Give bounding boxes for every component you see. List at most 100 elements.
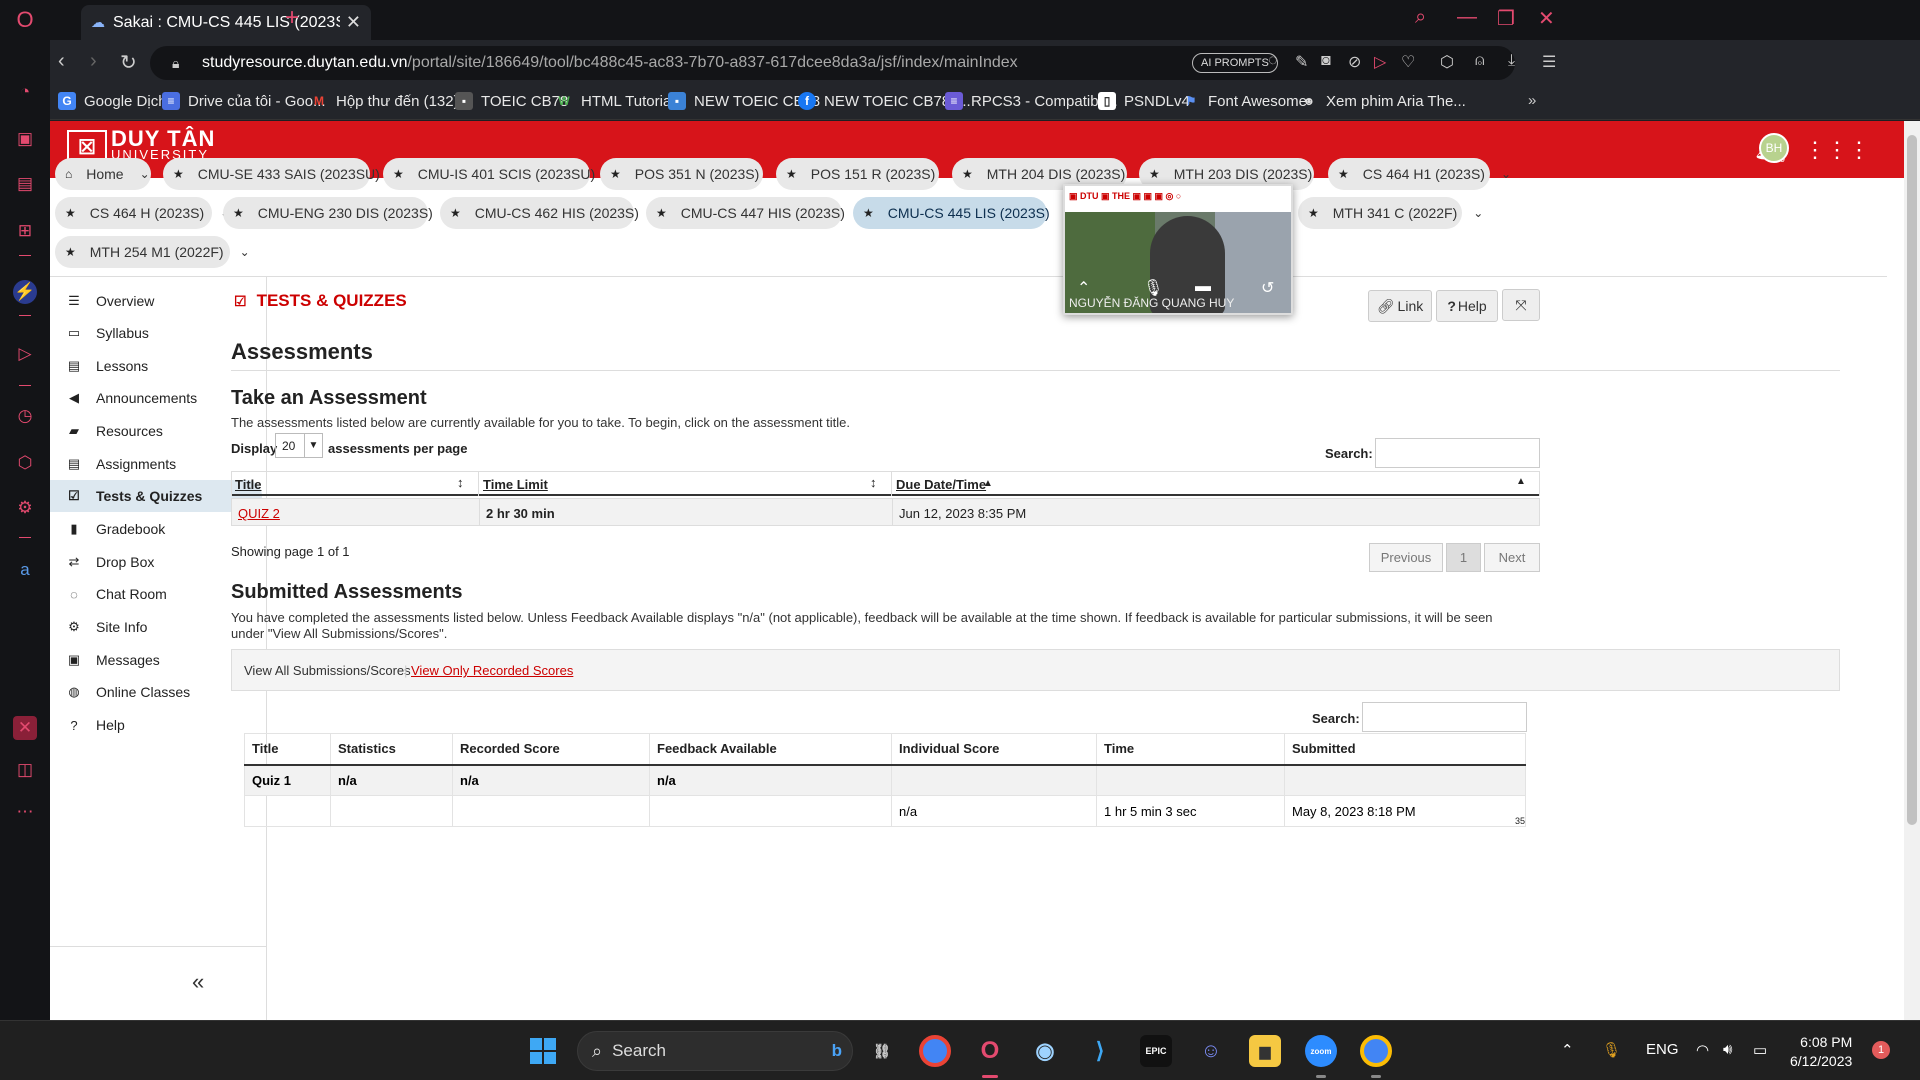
quiz-2-link[interactable]: QUIZ 2 [238, 506, 280, 521]
site-tab-cmu-eng-230[interactable]: ★CMU-ENG 230 DIS (2023S)⌄ [223, 197, 459, 229]
easy-setup-icon[interactable]: ☰ [1542, 52, 1556, 72]
steam-icon[interactable]: ◉ [1029, 1035, 1061, 1067]
search-input[interactable] [1375, 438, 1540, 468]
gx-corner-icon[interactable]: ⊞ [13, 219, 37, 243]
view-all-submissions[interactable]: View All Submissions/Scores [244, 663, 411, 678]
language-indicator[interactable]: ENG [1646, 1041, 1679, 1058]
site-tab-cmu-is-401[interactable]: ★CMU-IS 401 SCIS (2023SU)⌄ [383, 158, 621, 190]
site-tab-cmu-cs-447[interactable]: ★CMU-CS 447 HIS (2023S)⌄ [646, 197, 871, 229]
block-icon[interactable]: ⊘ [1348, 52, 1361, 72]
tools-icon[interactable]: ✕ [13, 716, 37, 740]
site-tab-pos-151[interactable]: ★POS 151 R (2023S)⌄ [776, 158, 961, 190]
address-bar[interactable]: 🔒︎ studyresource.duytan.edu.vn /portal/s… [150, 46, 1515, 80]
site-tab-cs-464-h1[interactable]: ★ CS 464 H1 (2023S) ⌄ [1328, 158, 1511, 190]
submissions-search-input[interactable] [1362, 702, 1527, 732]
chevron-down-icon[interactable]: ⌄ [1473, 206, 1483, 220]
site-tab-cmu-cs-462[interactable]: ★CMU-CS 462 HIS (2023S)⌄ [440, 197, 665, 229]
volume-icon[interactable]: 🔊︎ [1723, 1041, 1732, 1058]
bookmark-google-dich[interactable]: G Google Dịch [58, 92, 167, 110]
close-tab-icon[interactable]: ✕ [346, 12, 361, 33]
star-icon[interactable]: ★ [393, 167, 404, 181]
chevron-down-icon[interactable]: ⌄ [240, 245, 250, 259]
windows-start-icon[interactable] [530, 1038, 556, 1064]
bookmark-aria[interactable]: ☻ Xem phim Aria The... [1300, 92, 1466, 110]
bookmark-toeic[interactable]: ▪ TOEIC CB78 [455, 92, 568, 110]
star-icon[interactable]: ★ [863, 206, 874, 220]
link-button[interactable]: 🔗︎ Link [1368, 290, 1432, 322]
download-icon[interactable]: ⤓ [1508, 52, 1515, 70]
mic-off-icon[interactable]: 🎙︎ [1143, 278, 1163, 298]
star-icon[interactable]: ★ [65, 206, 76, 220]
star-icon[interactable]: ★ [962, 167, 973, 181]
chevron-up-icon[interactable]: ⌃ [1561, 1041, 1574, 1059]
bookmark-font-awesome[interactable]: ⚑ Font Awesome [1182, 92, 1307, 110]
bookmark-drive[interactable]: ≡ Drive của tôi - Goo... [162, 92, 326, 110]
restore-icon[interactable]: ❐ [1497, 6, 1515, 31]
snapshot-icon[interactable]: ◫ [13, 758, 37, 782]
bing-icon[interactable]: b [832, 1041, 842, 1061]
nav-overview[interactable]: ☰ Overview [50, 285, 262, 317]
site-tab-cmu-se-433[interactable]: ★CMU-SE 433 SAIS (2023SU)⌄ [163, 158, 406, 190]
caret-up-icon[interactable]: ▲ [1516, 476, 1526, 487]
history-icon[interactable]: ◷ [13, 404, 37, 428]
settings-icon[interactable]: ⚙ [13, 496, 37, 520]
camera-icon[interactable]: ◙ [1321, 52, 1331, 70]
translate-icon[interactable]: a [13, 558, 37, 582]
star-icon[interactable]: ★ [173, 167, 184, 181]
more-bookmarks-icon[interactable]: » [1528, 92, 1536, 109]
view-recorded-scores-link[interactable]: View Only Recorded Scores [411, 663, 573, 678]
bookmark-rpcs3[interactable]: ≡ RPCS3 - Compatibil... [945, 92, 1118, 110]
site-tab-pos-351[interactable]: ★POS 351 N (2023S)⌄ [600, 158, 785, 190]
reload-icon[interactable]: ↻ [120, 50, 137, 75]
ai-prompts-button[interactable]: AI PROMPTS [1192, 53, 1278, 73]
opera-gx-icon[interactable]: O [974, 1035, 1006, 1067]
video-camera-icon[interactable]: ▬ [1195, 278, 1211, 296]
star-icon[interactable]: ★ [1308, 206, 1319, 220]
star-icon[interactable]: ★ [610, 167, 621, 181]
video-call-overlay[interactable]: ▣ DTU ▣ THE ▣ ▣ ▣ ◎ ○ ⌃ 🎙︎ ▬ ↺ NGUYỄN ĐĂ… [1063, 184, 1293, 315]
bookmark-html-tutorial[interactable]: W HTML Tutorial [555, 92, 674, 110]
sort-icon[interactable]: ↕ [870, 475, 877, 490]
messenger-icon[interactable]: ⚡ [13, 280, 37, 304]
zoom-icon[interactable]: zoom [1305, 1035, 1337, 1067]
send-icon[interactable]: ▷ [1374, 52, 1386, 72]
aria-icon[interactable]: ◌ [1268, 52, 1278, 70]
sort-icon[interactable]: ↕ [457, 475, 464, 490]
battery-icon[interactable]: ▭ [1753, 1041, 1767, 1059]
site-tab-home[interactable]: ⌂ Home ⌄ [55, 158, 151, 190]
fullscreen-button[interactable]: ⤧ [1502, 289, 1540, 321]
sort-time-limit-link[interactable]: Time Limit [483, 477, 548, 492]
star-icon[interactable]: ★ [233, 206, 244, 220]
star-icon[interactable]: ★ [656, 206, 667, 220]
close-window-icon[interactable]: ✕ [1538, 6, 1555, 31]
site-tab-mth-254[interactable]: ★ MTH 254 M1 (2022F) ⌄ [55, 236, 250, 268]
extensions-icon[interactable]: ⬡ [13, 451, 37, 475]
opera-logo-icon[interactable]: O [13, 7, 37, 32]
bookmark-gmail[interactable]: M Hộp thư đến (132)... [310, 92, 471, 110]
search-tabs-icon[interactable]: ⌕ [1415, 6, 1426, 29]
sort-due-date-link[interactable]: Due Date/Time [896, 477, 986, 492]
collapse-menu[interactable]: « [50, 946, 267, 1020]
site-tab-cmu-cs-445[interactable]: ★CMU-CS 445 LIS (2023S)⌄ [853, 197, 1076, 229]
notification-badge[interactable]: 1 [1872, 1041, 1890, 1059]
chevron-down-icon[interactable]: ⌄ [1501, 167, 1511, 181]
microphone-icon[interactable]: 🎙︎ [1602, 1041, 1621, 1059]
copilot-icon[interactable]: ⛓ [866, 1035, 898, 1067]
page-1-button[interactable]: 1 [1446, 543, 1481, 572]
chrome-icon[interactable] [919, 1035, 951, 1067]
browser-tab[interactable]: ☁ Sakai : CMU-CS 445 LIS (2023S) ✕ [81, 5, 371, 40]
next-button[interactable]: Next [1484, 543, 1540, 572]
epic-games-icon[interactable]: EPIC [1140, 1035, 1172, 1067]
sort-title-link[interactable]: Title [235, 477, 262, 492]
cube-icon[interactable]: ⬡ [1440, 52, 1454, 72]
help-button[interactable]: ? Help [1436, 290, 1498, 322]
speed-dial-icon[interactable]: ◔ [13, 80, 37, 104]
back-icon[interactable]: ‹ [58, 50, 65, 73]
scrollbar-thumb[interactable] [1907, 135, 1917, 825]
taskbar-search[interactable]: ⌕ Search b [577, 1031, 853, 1071]
vscode-icon[interactable]: ⟩ [1084, 1035, 1116, 1067]
star-icon[interactable]: ★ [65, 245, 76, 259]
apps-grid-icon[interactable]: ⋮⋮⋮ [1804, 137, 1870, 163]
avatar[interactable]: BH [1759, 133, 1789, 163]
profile-icon[interactable]: ⍝ [1475, 52, 1485, 70]
